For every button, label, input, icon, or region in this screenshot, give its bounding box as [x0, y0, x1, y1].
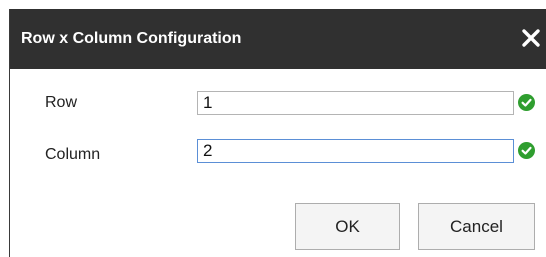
- ok-button[interactable]: OK: [295, 203, 400, 250]
- page: Row x Column Configuration Row Column OK: [0, 0, 546, 257]
- row-label: Row: [45, 94, 78, 111]
- background-strip: [0, 0, 546, 9]
- column-label: Column: [45, 146, 101, 163]
- row-valid-check-icon: [518, 94, 535, 111]
- row-input[interactable]: [197, 91, 514, 115]
- column-input[interactable]: [197, 139, 514, 163]
- dialog-title: Row x Column Configuration: [21, 30, 242, 47]
- close-button[interactable]: [516, 23, 546, 53]
- column-valid-check-icon: [518, 142, 535, 159]
- dialog-titlebar: Row x Column Configuration: [10, 9, 546, 69]
- close-icon: [522, 29, 540, 47]
- cancel-button[interactable]: Cancel: [418, 203, 535, 250]
- row-column-config-dialog: Row x Column Configuration Row Column OK: [9, 9, 546, 257]
